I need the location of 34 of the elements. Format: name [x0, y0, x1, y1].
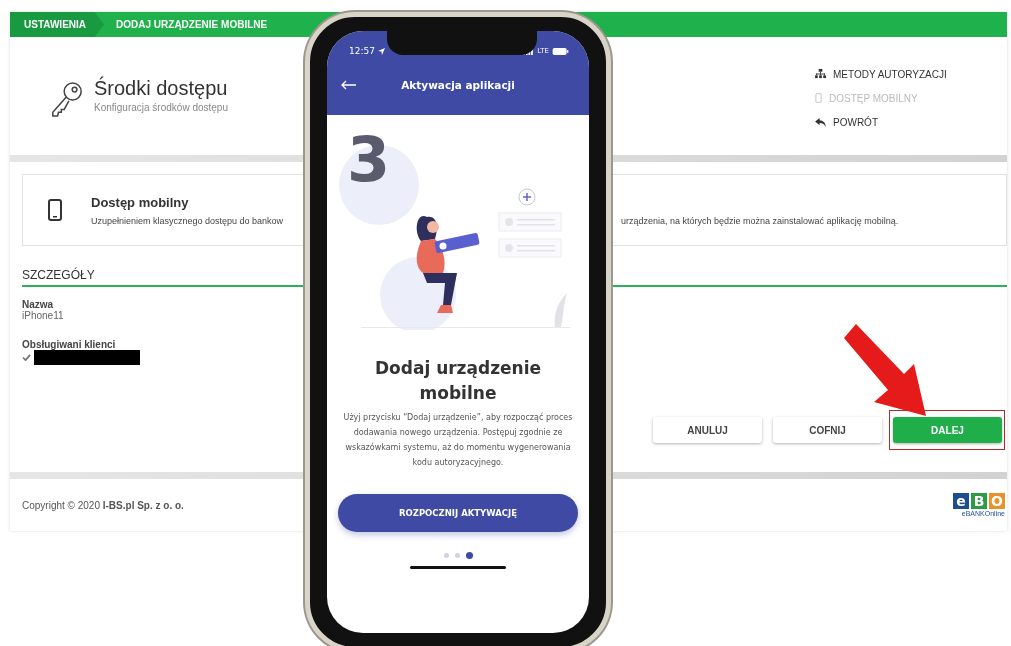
logo-letter: O [989, 493, 1005, 509]
logo-letter: B [971, 493, 987, 509]
card-description: urządzenia, na których będzie można zainstalować aplikację mobilną. [621, 215, 899, 226]
field-label: Obsługiwani klienci [22, 339, 117, 350]
logo-letter: e [953, 493, 969, 509]
sitemap-icon [815, 69, 826, 79]
copyright-text: Copyright © 2020 I-BS.pl Sp. z o. o. [22, 499, 184, 511]
instruction-text: Użyj przycisku “Dodaj urządzenie”, aby rozpocząć proces dodawania nowego urządzenia. Postępuj zgodnie ze wskazówkami systemu, aż do momentu wygenerowania kodu autoryzacyjnego. [342, 411, 574, 469]
breadcrumb-item[interactable]: USTAWIENIA [10, 12, 105, 37]
action-button[interactable]: ANULUJ [653, 417, 762, 443]
pager-dot[interactable] [454, 553, 460, 559]
pager-dot[interactable] [465, 552, 473, 560]
app-title: Aktywacja aplikacji [401, 79, 515, 91]
reply-icon [815, 117, 826, 127]
phone-icon [815, 93, 822, 103]
back-arrow-icon[interactable] [341, 80, 357, 90]
page-subtitle: Konfiguracja środków dostępu [94, 102, 228, 113]
location-arrow-icon [377, 47, 385, 55]
start-activation-button[interactable]: ROZPOCZNIJ AKTYWACJĘ [338, 494, 578, 533]
card-description: Uzupełnieniem klasycznego dostępu do bankow [91, 215, 285, 226]
screen-heading: Dodaj urządzenie mobilne [373, 357, 543, 405]
action-button[interactable]: COFNIJ [773, 417, 882, 443]
field-value: iPhone11 [22, 310, 65, 321]
battery-icon [552, 47, 569, 55]
side-link[interactable]: METODY AUTORYZACJI [815, 67, 1007, 81]
pager-dot[interactable] [443, 553, 449, 559]
status-time: 12:57 [349, 46, 375, 56]
step-number: 3 [347, 129, 391, 191]
key-icon [50, 81, 84, 119]
smartphone-icon [48, 199, 62, 221]
page-title: Środki dostępu [94, 77, 228, 100]
field-label: Nazwa [22, 299, 55, 310]
side-link[interactable]: POWRÓT [815, 115, 1007, 129]
card-title: Dostęp mobilny [91, 194, 190, 210]
